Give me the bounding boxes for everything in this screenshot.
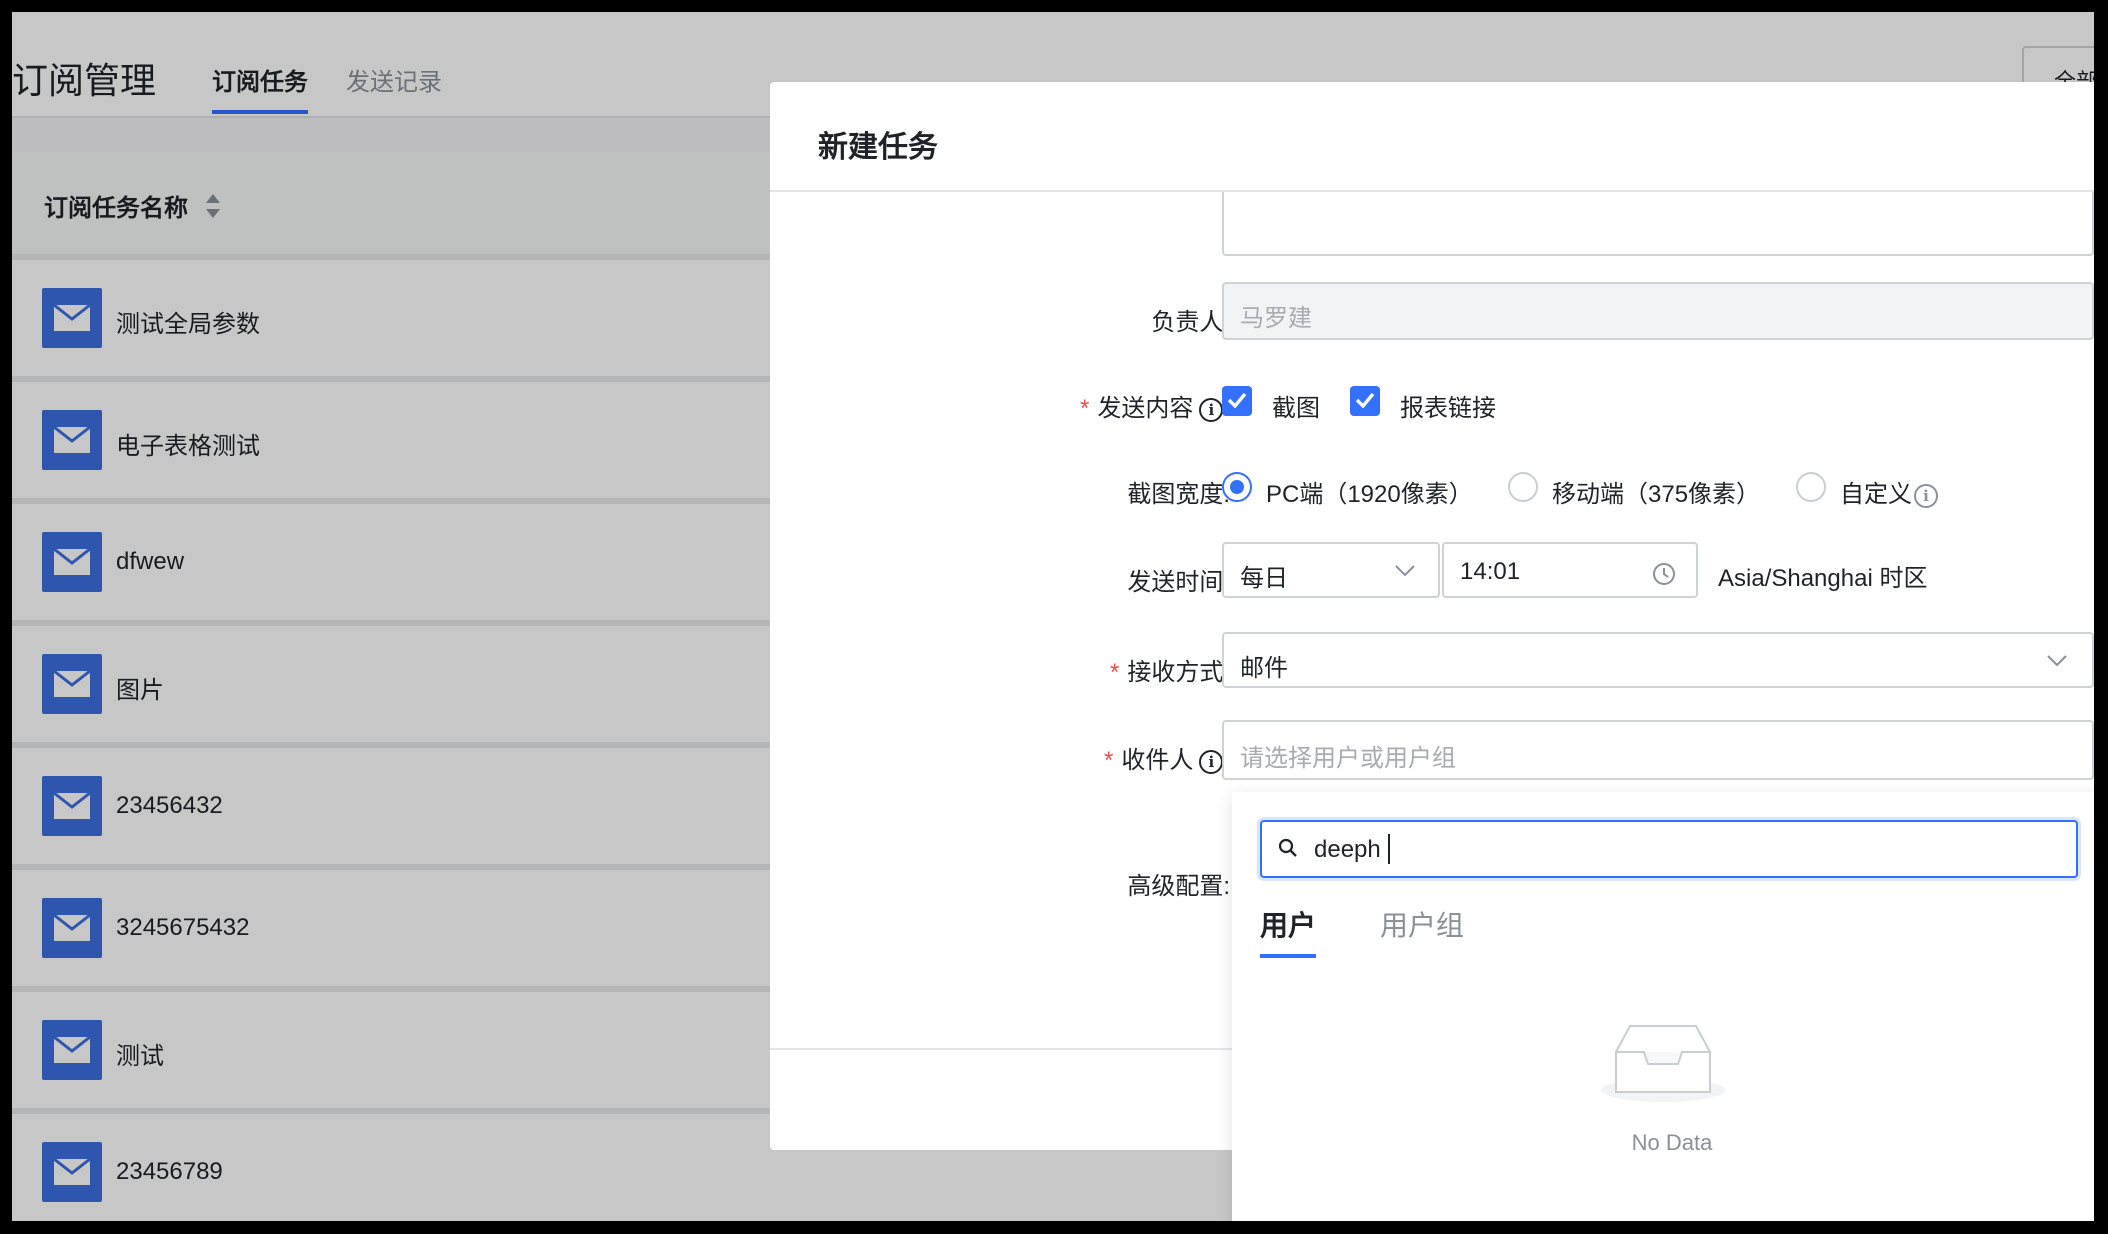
tab-users[interactable]: 用户 [1260,904,1316,944]
tab-user-groups[interactable]: 用户组 [1380,904,1464,944]
send-content-label: *发送内容i: [1080,388,1230,423]
send-time-label: 发送时间: [1127,569,1230,596]
dialog-header: 新建任务 [770,82,2094,192]
radio-pc[interactable] [1222,472,1252,502]
required-mark: * [1103,747,1114,774]
receive-method-value: 邮件 [1240,655,1288,682]
send-content-label-text: 发送内容 [1097,395,1194,422]
search-icon [1278,838,1297,857]
recipients-placeholder: 请选择用户或用户组 [1240,745,1456,772]
recipients-label: *收件人i: [1104,740,1230,775]
radio-custom-label-text: 自定义 [1840,481,1912,508]
recipients-select[interactable]: 请选择用户或用户组 [1222,720,2094,780]
owner-value: 马罗建 [1240,305,1312,332]
owner-field: 马罗建 [1222,282,2094,340]
receive-method-select[interactable]: 邮件 [1222,632,2094,688]
radio-custom[interactable] [1796,472,1826,502]
search-value: deeph [1314,836,1381,863]
receive-method-label: * 接收方式: [1110,652,1230,687]
clock-icon [1653,563,1675,585]
radio-pc-label[interactable]: PC端（1920像素） [1266,474,1473,509]
chevron-down-icon [2047,655,2067,667]
time-value: 14:01 [1460,558,1521,585]
empty-box-icon [1601,1025,1725,1102]
receive-method-label-text: 接收方式: [1127,659,1230,686]
text-cursor [1388,834,1390,864]
required-mark: * [1079,395,1090,422]
description-textarea[interactable] [1222,192,2094,256]
frequency-value: 每日 [1240,565,1288,592]
radio-mobile-label[interactable]: 移动端（375像素） [1552,474,1760,509]
time-picker[interactable]: 14:01 [1442,542,1698,598]
radio-mobile[interactable] [1508,472,1538,502]
info-icon[interactable]: i [1914,484,1938,508]
timezone-text: Asia/Shanghai 时区 [1718,565,1928,592]
owner-label: 负责人: [1151,309,1230,336]
recipient-search-input[interactable]: deeph [1260,820,2078,878]
frequency-select[interactable]: 每日 [1222,542,1440,598]
active-tab-indicator [1260,954,1316,958]
recipients-label-text: 收件人 [1121,747,1194,774]
report-link-checkbox-label[interactable]: 报表链接 [1400,388,1496,423]
chevron-down-icon [1395,565,1415,577]
info-icon[interactable]: i [1199,750,1224,774]
required-mark: * [1109,659,1120,686]
screenshot-width-label: 截图宽度: [1127,481,1230,508]
dialog-title: 新建任务 [818,131,938,164]
report-link-checkbox[interactable] [1350,386,1380,416]
screenshot-checkbox[interactable] [1222,386,1252,416]
empty-state-text: No Data [1631,1130,1713,1155]
info-icon[interactable]: i [1199,398,1224,422]
recipient-dropdown: deeph 用户 用户组 No Data [1232,792,2094,1221]
radio-custom-label[interactable]: 自定义 i [1840,474,1938,509]
advanced-config-label: 高级配置: [1127,873,1230,900]
screen: 订阅管理 订阅任务 发送记录 全部 订阅任务名称 测试全局参数 电子表格测试 d… [12,12,2094,1221]
screenshot-checkbox-label[interactable]: 截图 [1272,388,1320,423]
